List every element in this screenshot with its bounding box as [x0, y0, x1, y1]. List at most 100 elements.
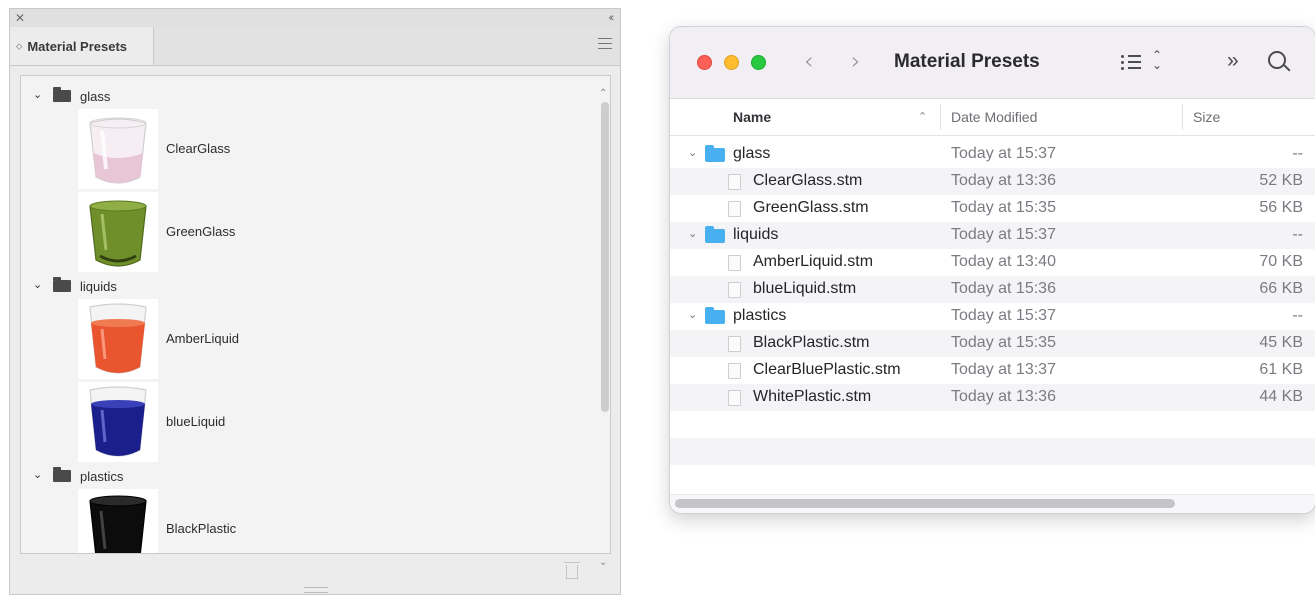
- file-size: 52 KB: [1259, 172, 1303, 189]
- folder-label: plastics: [80, 469, 124, 484]
- document-icon: [728, 201, 741, 217]
- file-row-amberliquid[interactable]: AmberLiquid.stm Today at 13:40 70 KB: [670, 249, 1315, 276]
- folder-icon: [705, 307, 725, 324]
- document-icon: [728, 255, 741, 271]
- forward-arrow-icon[interactable]: ›: [851, 47, 861, 75]
- column-divider[interactable]: [940, 104, 941, 130]
- preset-label: blueLiquid: [166, 414, 226, 429]
- document-icon: [728, 336, 741, 352]
- back-arrow-icon[interactable]: ‹: [804, 47, 814, 75]
- empty-row: [670, 411, 1315, 438]
- folder-label: liquids: [80, 279, 117, 294]
- green-glass-thumbnail: [78, 192, 158, 272]
- document-icon: [728, 174, 741, 190]
- document-icon: [728, 390, 741, 406]
- panel-title-bar: ✕ ‹‹: [10, 9, 620, 28]
- file-name: ClearGlass.stm: [753, 172, 863, 189]
- panel-tab-label: Material Presets: [27, 38, 128, 54]
- column-name-header[interactable]: Name: [733, 99, 771, 135]
- more-toolbar-icon[interactable]: »: [1227, 49, 1239, 73]
- finder-toolbar: ‹ › Material Presets ⌃ ⌄ »: [670, 27, 1315, 99]
- preset-label: ClearGlass: [166, 141, 231, 156]
- file-size: --: [1292, 226, 1303, 243]
- folder-label: glass: [80, 89, 111, 104]
- preset-label: BlackPlastic: [166, 521, 237, 536]
- minimize-window-button[interactable]: [724, 55, 739, 70]
- file-name: glass: [733, 145, 771, 162]
- trash-icon[interactable]: [564, 562, 580, 579]
- file-row-clearglass[interactable]: ClearGlass.stm Today at 13:36 52 KB: [670, 168, 1315, 195]
- file-name: BlackPlastic.stm: [753, 334, 870, 351]
- empty-row: [670, 438, 1315, 465]
- panel-menu-icon[interactable]: [598, 38, 612, 50]
- resize-grip-icon[interactable]: [304, 587, 328, 593]
- file-date: Today at 15:35: [951, 334, 1056, 351]
- chevron-updown-icon: ⌃ ⌄: [1152, 48, 1163, 72]
- close-icon[interactable]: ✕: [15, 10, 25, 26]
- file-date: Today at 13:36: [951, 388, 1056, 405]
- file-name: blueLiquid.stm: [753, 280, 857, 297]
- file-row-blackplastic[interactable]: BlackPlastic.stm Today at 15:35 45 KB: [670, 330, 1315, 357]
- file-name: liquids: [733, 226, 779, 243]
- folder-icon: [705, 226, 725, 243]
- chevron-up-icon[interactable]: ⌃: [599, 88, 607, 99]
- sort-ascending-icon: ⌃: [918, 111, 928, 123]
- file-row-clearblueplastic[interactable]: ClearBluePlastic.stm Today at 13:37 61 K…: [670, 357, 1315, 384]
- file-size: --: [1292, 145, 1303, 162]
- disclosure-chevron-down-icon[interactable]: ⌄: [688, 146, 697, 159]
- folder-icon: [53, 277, 71, 292]
- file-row-greenglass[interactable]: GreenGlass.stm Today at 15:35 56 KB: [670, 195, 1315, 222]
- file-date: Today at 15:37: [951, 145, 1056, 162]
- window-title: Material Presets: [894, 51, 1040, 72]
- chevron-down-icon[interactable]: ⌄: [33, 278, 42, 291]
- amber-liquid-thumbnail: [78, 299, 158, 379]
- collapse-panel-icon[interactable]: ‹‹: [609, 10, 615, 26]
- disclosure-chevron-down-icon[interactable]: ⌄: [688, 227, 697, 240]
- horizontal-scrollbar-thumb[interactable]: [675, 499, 1175, 508]
- preset-label: GreenGlass: [166, 224, 236, 239]
- column-header: Name ⌃ Date Modified Size: [670, 99, 1315, 136]
- folder-row-glass[interactable]: ⌄ glass Today at 15:37 --: [670, 141, 1315, 168]
- file-date: Today at 13:40: [951, 253, 1056, 270]
- preset-label: AmberLiquid: [166, 331, 239, 346]
- chevron-down-icon[interactable]: ⌄: [33, 88, 42, 101]
- column-divider[interactable]: [1182, 104, 1183, 130]
- folder-icon: [705, 145, 725, 162]
- file-date: Today at 13:37: [951, 361, 1056, 378]
- chevron-down-icon[interactable]: ⌄: [33, 468, 42, 481]
- horizontal-scrollbar-track[interactable]: [670, 494, 1315, 513]
- file-date: Today at 15:37: [951, 307, 1056, 324]
- file-size: 56 KB: [1259, 199, 1303, 216]
- list-view-button[interactable]: ⌃ ⌄: [1118, 49, 1168, 75]
- blue-liquid-thumbnail: [78, 382, 158, 462]
- folder-icon: [53, 87, 71, 102]
- vertical-scrollbar[interactable]: ⌃ ⌄: [599, 88, 611, 568]
- close-window-button[interactable]: [697, 55, 712, 70]
- tab-material-presets[interactable]: ⬦ Material Presets: [10, 27, 154, 65]
- file-name: ClearBluePlastic.stm: [753, 361, 901, 378]
- folder-row-liquids[interactable]: ⌄ liquids Today at 15:37 --: [670, 222, 1315, 249]
- file-date: Today at 15:36: [951, 280, 1056, 297]
- file-date: Today at 13:36: [951, 172, 1056, 189]
- disclosure-chevron-down-icon[interactable]: ⌄: [688, 308, 697, 321]
- zoom-window-button[interactable]: [751, 55, 766, 70]
- file-name: AmberLiquid.stm: [753, 253, 874, 270]
- chevron-down-icon[interactable]: ⌄: [599, 557, 607, 568]
- file-size: 45 KB: [1259, 334, 1303, 351]
- file-size: --: [1292, 307, 1303, 324]
- search-icon[interactable]: [1268, 51, 1286, 69]
- black-plastic-thumbnail: [78, 489, 158, 553]
- file-size: 61 KB: [1259, 361, 1303, 378]
- scrollbar-thumb[interactable]: [601, 102, 609, 412]
- file-row-whiteplastic[interactable]: WhitePlastic.stm Today at 13:36 44 KB: [670, 384, 1315, 411]
- file-size: 70 KB: [1259, 253, 1303, 270]
- file-row-blueliquid[interactable]: blueLiquid.stm Today at 15:36 66 KB: [670, 276, 1315, 303]
- column-date-header[interactable]: Date Modified: [951, 99, 1037, 135]
- column-size-header[interactable]: Size: [1193, 99, 1220, 135]
- file-name: WhitePlastic.stm: [753, 388, 872, 405]
- clear-glass-thumbnail: [78, 109, 158, 189]
- file-size: 66 KB: [1259, 280, 1303, 297]
- document-icon: [728, 363, 741, 379]
- file-date: Today at 15:37: [951, 226, 1056, 243]
- folder-row-plastics[interactable]: ⌄ plastics Today at 15:37 --: [670, 303, 1315, 330]
